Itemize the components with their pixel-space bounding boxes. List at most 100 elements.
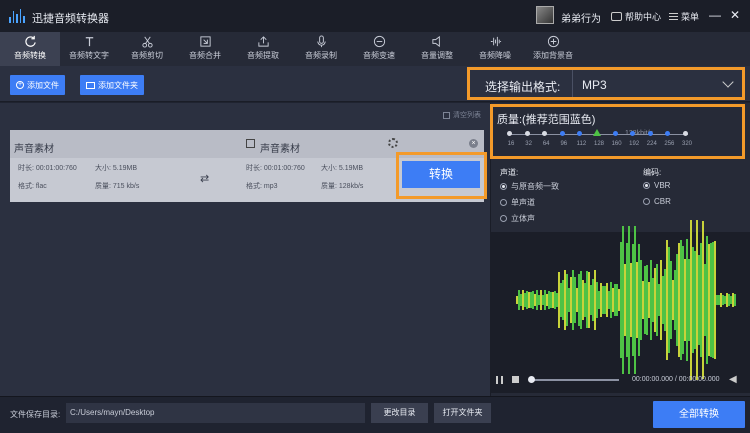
tab-audio-to-text[interactable]: 音频转文字 (60, 32, 118, 66)
quality-tick[interactable] (559, 131, 565, 136)
open-folder-button[interactable]: 打开文件夹 (434, 403, 491, 423)
target-title: 声音素材 (260, 144, 300, 155)
stop-icon[interactable] (512, 376, 519, 383)
save-path-field[interactable]: C:/Users/mayn/Desktop (66, 403, 365, 423)
speaker-icon[interactable]: ◀ (729, 375, 739, 385)
radio-dot (643, 198, 650, 205)
gear-icon[interactable] (388, 138, 398, 148)
add-file-label: 添加文件 (27, 80, 59, 90)
extract-icon (257, 36, 269, 47)
change-dir-button[interactable]: 更改目录 (371, 403, 428, 423)
tab-audio-convert[interactable]: 音频转换 (0, 32, 60, 66)
tab-label: 音频降噪 (479, 51, 511, 60)
convert-highlight: 转换 (396, 152, 487, 199)
channel-option-original[interactable]: 与原音频一致 (500, 181, 559, 192)
tab-audio-record[interactable]: 音频录制 (292, 32, 350, 66)
quality-tick[interactable] (647, 131, 653, 136)
menu-label: 菜单 (681, 12, 700, 22)
menu-button[interactable]: 菜单 (669, 10, 699, 23)
chevron-down-icon (722, 76, 734, 88)
chat-icon (611, 12, 622, 21)
divider (572, 70, 573, 97)
refresh-icon (24, 35, 36, 47)
encoding-option-cbr[interactable]: CBR (643, 197, 671, 206)
quality-title: 质量:(推荐范围蓝色) (497, 114, 596, 126)
seek-handle[interactable] (528, 376, 535, 383)
convert-button[interactable]: 转换 (402, 161, 480, 188)
save-dir-label: 文件保存目录: (10, 410, 61, 419)
convert-all-button[interactable]: 全部转换 (653, 401, 745, 428)
source-format: 格式: flac (18, 183, 47, 190)
tab-label: 添加背景音 (533, 51, 573, 60)
tab-audio-extract[interactable]: 音频提取 (234, 32, 292, 66)
output-format-value: MP3 (582, 78, 607, 92)
target-duration: 时长: 00:01:00:760 (246, 165, 305, 172)
tab-audio-denoise[interactable]: 音频降噪 (466, 32, 524, 66)
output-format-select[interactable]: 选择输出格式: MP3 (467, 67, 745, 100)
quality-tick[interactable] (683, 131, 688, 136)
source-size: 大小: 5.19MB (95, 165, 138, 172)
username[interactable]: 弟弟行为 (561, 10, 601, 25)
tool-tabs: 音频转换 音频转文字 音频剪切 音频合并 音频提取 音频录制 音频变速 音量调整… (0, 32, 750, 66)
text-icon (85, 37, 93, 47)
quality-slider-handle[interactable] (593, 129, 601, 136)
mic-icon (316, 35, 326, 48)
edit-icon[interactable] (246, 139, 255, 148)
tab-audio-merge[interactable]: 音频合并 (176, 32, 234, 66)
plus-circle-icon: + (16, 81, 24, 89)
radio-dot (500, 199, 507, 206)
radio-label: 单声道 (511, 198, 535, 207)
channel-label: 声道: (500, 168, 519, 177)
target-format: 格式: mp3 (246, 183, 278, 190)
add-folder-label: 添加文件夹 (98, 80, 138, 90)
source-title: 声音素材 (14, 144, 54, 155)
app-title: 迅捷音频转换器 (32, 13, 109, 25)
tab-audio-speed[interactable]: 音频变速 (350, 32, 408, 66)
tab-add-background[interactable]: 添加背景音 (524, 32, 582, 66)
tab-label: 音频剪切 (131, 51, 163, 60)
close-window-button[interactable]: ✕ (728, 8, 742, 22)
channel-option-stereo[interactable]: 立体声 (500, 213, 535, 224)
close-icon[interactable]: × (469, 139, 478, 148)
tab-label: 音频提取 (247, 51, 279, 60)
source-duration: 时长: 00:01:00:760 (18, 165, 77, 172)
scissors-icon (141, 36, 153, 48)
tab-label: 音频转换 (14, 51, 46, 60)
encoding-label: 编码: (643, 168, 662, 177)
add-folder-button[interactable]: 添加文件夹 (80, 75, 144, 95)
tab-label: 音量调整 (421, 51, 453, 60)
merge-icon (199, 36, 211, 47)
radio-label: 立体声 (511, 214, 535, 223)
add-file-button[interactable]: + 添加文件 (10, 75, 65, 95)
volume-icon (431, 35, 440, 48)
radio-label: VBR (654, 181, 671, 190)
target-quality: 质量: 128kb/s (321, 183, 364, 190)
folder-icon (86, 81, 95, 89)
quality-tick[interactable] (507, 131, 512, 136)
tab-label: 音频合并 (189, 51, 221, 60)
channel-option-mono[interactable]: 单声道 (500, 197, 535, 208)
quality-tick[interactable] (612, 131, 618, 136)
user-avatar[interactable] (536, 6, 554, 24)
clear-list-button[interactable]: 清空列表 (443, 110, 481, 120)
playback-time: 00:00:00.000 / 00:00:00.000 (632, 376, 720, 383)
help-center-button[interactable]: 帮助中心 (611, 10, 661, 23)
radio-dot (500, 215, 507, 222)
radio-label: 与原音频一致 (511, 182, 559, 191)
target-size: 大小: 5.19MB (321, 165, 364, 172)
speed-icon (373, 35, 385, 48)
minimize-button[interactable]: — (708, 8, 722, 22)
tab-volume-adjust[interactable]: 音量调整 (408, 32, 466, 66)
denoise-icon (490, 36, 501, 47)
waveform-bar (734, 293, 736, 307)
tab-audio-cut[interactable]: 音频剪切 (118, 32, 176, 66)
pause-icon[interactable] (496, 376, 503, 384)
tab-label: 音频转文字 (69, 51, 109, 60)
seek-bar[interactable] (531, 379, 619, 381)
app-logo-icon (9, 9, 25, 23)
quality-tick[interactable] (524, 131, 530, 136)
radio-label: CBR (654, 197, 671, 206)
tab-label: 音频变速 (363, 51, 395, 60)
radio-dot (500, 183, 507, 190)
encoding-option-vbr[interactable]: VBR (643, 181, 670, 190)
